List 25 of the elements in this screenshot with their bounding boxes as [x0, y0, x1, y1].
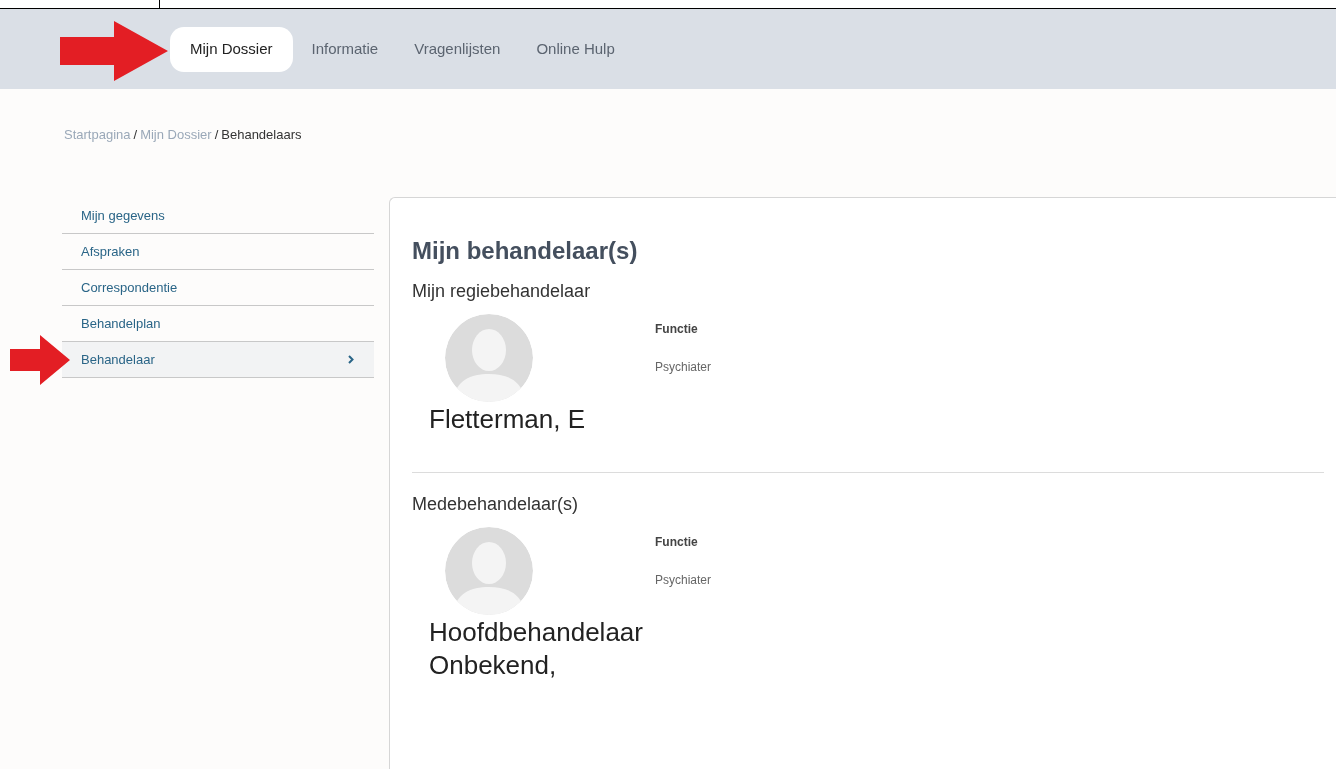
sidebar-item[interactable]: Behandelaar [62, 342, 374, 378]
person-name: Hoofdbehandelaar Onbekend, [428, 616, 644, 682]
field-label: Functie [655, 321, 699, 338]
section-title: Mijn regiebehandelaar [412, 280, 592, 303]
field-value: Psychiater [655, 359, 712, 376]
breadcrumb-separator: / [214, 126, 219, 144]
arrow-icon [58, 21, 170, 81]
breadcrumb-current: Behandelaars [221, 126, 302, 144]
page-title: Mijn behandelaar(s) [412, 236, 639, 266]
sidebar-item[interactable]: Correspondentie [62, 270, 374, 306]
nav-tab[interactable]: Online Hulp [519, 26, 632, 72]
field-value: Psychiater [655, 572, 712, 589]
arrow-icon [10, 335, 70, 385]
field-label: Functie [655, 534, 699, 551]
avatar-icon [445, 314, 533, 402]
sidebar-item[interactable]: Mijn gegevens [62, 198, 374, 234]
nav-tab[interactable]: Informatie [294, 26, 396, 72]
breadcrumb-separator: / [133, 126, 138, 144]
sidebar-item[interactable]: Afspraken [62, 234, 374, 270]
section-title: Medebehandelaar(s) [412, 493, 580, 516]
avatar-icon [445, 527, 533, 615]
person-name: Fletterman, E [428, 403, 587, 436]
nav-tab[interactable]: Vragenlijsten [397, 26, 518, 72]
nav-tab[interactable]: Mijn Dossier [170, 26, 293, 72]
chevron-right-icon [348, 355, 354, 364]
